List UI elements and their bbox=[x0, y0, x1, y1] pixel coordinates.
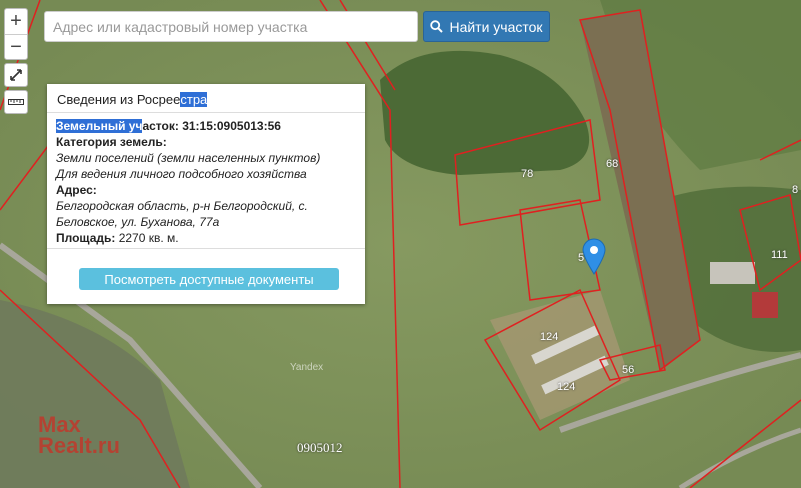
zoom-controls: + − bbox=[4, 8, 28, 60]
plot-label: 124 bbox=[540, 331, 559, 343]
cadastral-number: 31:15:0905013:56 bbox=[182, 119, 281, 133]
plot-label: 5 bbox=[578, 252, 585, 264]
ruler-button[interactable] bbox=[4, 90, 28, 114]
plot-label: 78 bbox=[521, 168, 534, 180]
category-value: Земли поселений (земли населенных пункто… bbox=[56, 151, 321, 165]
plot-label: 8 bbox=[792, 184, 799, 196]
expand-icon bbox=[10, 69, 22, 81]
divider bbox=[47, 112, 365, 113]
view-documents-button[interactable]: Посмотреть доступные документы bbox=[79, 268, 339, 290]
find-plot-button[interactable]: Найти участок bbox=[423, 11, 550, 42]
find-plot-label: Найти участок bbox=[449, 18, 543, 35]
watermark-logo: Max Realt.ru bbox=[38, 412, 120, 458]
search-input[interactable] bbox=[44, 11, 418, 42]
divider bbox=[47, 248, 365, 249]
cadastral-quarter-label: 0905012 bbox=[297, 440, 343, 455]
plot-label: 56 bbox=[622, 364, 635, 376]
watermark-line2: Realt.ru bbox=[38, 433, 120, 458]
area-label: Площадь: bbox=[56, 231, 116, 245]
address-line-1: Белгородская область, р-н Белгородский, … bbox=[56, 199, 308, 213]
watermark-line1: Max bbox=[38, 412, 81, 437]
popup-title: Сведения из Росреестра bbox=[57, 92, 208, 107]
popup-body: Земельный участок: 31:15:0905013:56 Кате… bbox=[56, 118, 356, 246]
plot-label: 111 bbox=[771, 249, 788, 261]
popup-title-highlight: стра bbox=[180, 92, 208, 107]
plot-label-rest: асток: bbox=[142, 119, 179, 133]
area-value: 2270 кв. м. bbox=[118, 231, 179, 245]
plot-label: 124 bbox=[557, 381, 576, 393]
map-provider-label: Yandex bbox=[290, 362, 324, 373]
category-label: Категория земель: bbox=[56, 135, 167, 149]
address-line-2: Беловское, ул. Буханова, 77а bbox=[56, 215, 220, 229]
plot-label: 68 bbox=[606, 158, 619, 170]
plot-label-highlight: Земельный уч bbox=[56, 119, 143, 133]
address-label: Адрес: bbox=[56, 183, 97, 197]
info-popup: Сведения из Росреестра Земельный участок… bbox=[47, 84, 365, 304]
land-use-value: Для ведения личного подсобного хозяйства bbox=[56, 167, 307, 181]
popup-title-text: Сведения из Росрее bbox=[57, 92, 181, 107]
search-icon bbox=[430, 20, 444, 33]
fullscreen-button[interactable] bbox=[4, 63, 28, 87]
zoom-in-button[interactable]: + bbox=[5, 9, 27, 34]
ruler-icon bbox=[8, 99, 24, 105]
zoom-out-button[interactable]: − bbox=[5, 34, 27, 60]
